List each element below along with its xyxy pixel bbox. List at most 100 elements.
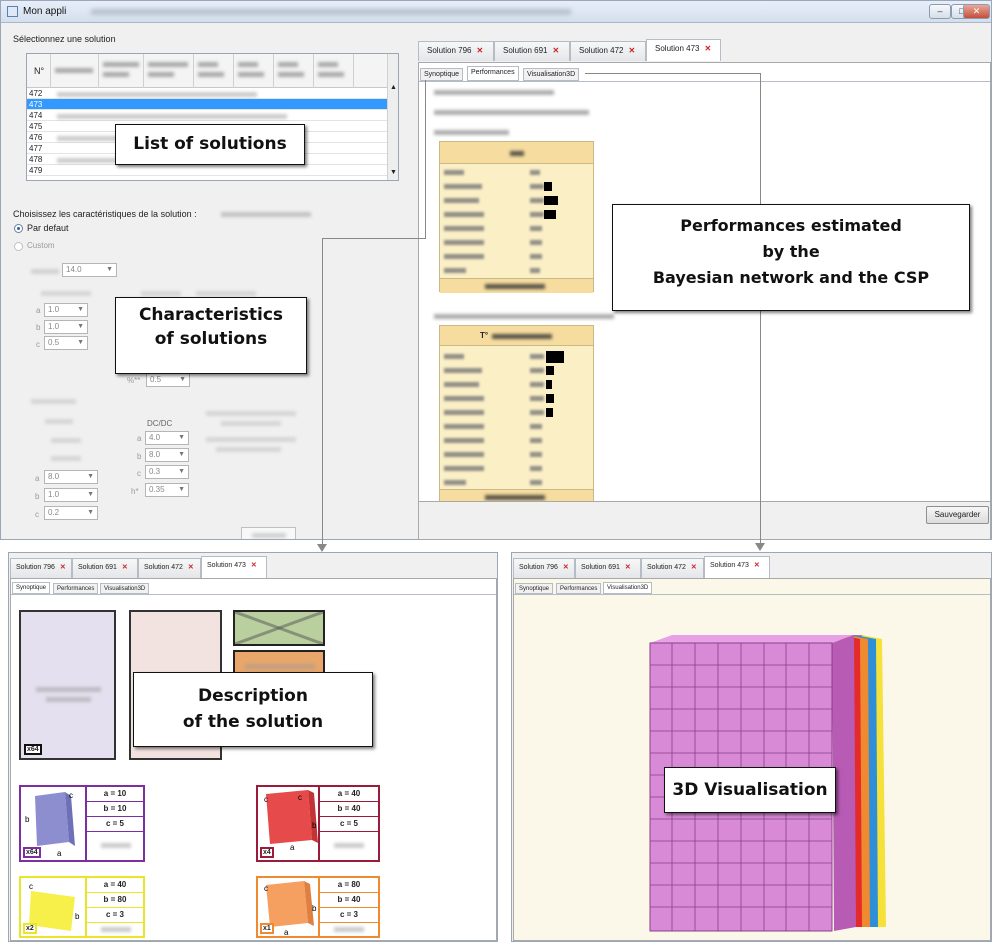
svg-text:c: c bbox=[69, 791, 73, 800]
header-col bbox=[274, 54, 314, 88]
tab-solution-691[interactable]: Solution 691 ✕ bbox=[575, 558, 641, 578]
performance-card-1 bbox=[439, 141, 594, 293]
dc-combo-b[interactable]: 8.0 ▼ bbox=[145, 448, 189, 462]
svg-text:b: b bbox=[25, 815, 30, 824]
window-title-path bbox=[91, 9, 571, 15]
minimize-button[interactable]: – bbox=[929, 4, 951, 19]
table-row[interactable]: 479 bbox=[27, 165, 389, 176]
close-tab-icon[interactable]: ✕ bbox=[628, 46, 635, 55]
subtab-visualisation3d[interactable]: Visualisation3D bbox=[603, 582, 653, 594]
subtab-performances[interactable]: Performances bbox=[53, 583, 99, 594]
left-combo-b[interactable]: 1.0 ▼ bbox=[44, 488, 98, 502]
visualisation-panel: Synoptique Performances Visualisation3D bbox=[513, 578, 991, 941]
header-col bbox=[51, 54, 99, 88]
subtab-synoptique[interactable]: Synoptique bbox=[420, 68, 464, 81]
callout-performances: Performances estimated by the Bayesian n… bbox=[612, 204, 970, 311]
svg-text:a: a bbox=[57, 849, 62, 858]
app-icon bbox=[7, 6, 18, 17]
tab-solution-691[interactable]: Solution 691 ✕ bbox=[72, 558, 138, 578]
scroll-down-icon[interactable]: ▼ bbox=[390, 169, 397, 176]
callout-description: Description of the solution bbox=[133, 672, 373, 747]
svg-text:c: c bbox=[264, 884, 268, 893]
subtab-synoptique[interactable]: Synoptique bbox=[515, 583, 554, 594]
left-combo-c[interactable]: 0.2 ▼ bbox=[44, 506, 98, 520]
close-tab-icon[interactable]: ✕ bbox=[251, 562, 257, 569]
tab-solution-472[interactable]: Solution 472 ✕ bbox=[641, 558, 704, 578]
dcdc-label: DC/DC bbox=[147, 419, 173, 428]
radio-default-label: Par defaut bbox=[27, 223, 69, 233]
synoptique-window: Solution 796 ✕ Solution 691 ✕ Solution 472… bbox=[8, 552, 498, 942]
combo-pct[interactable]: 0.5 ▼ bbox=[146, 373, 190, 387]
tab-solution-691[interactable]: Solution 691 ✕ bbox=[494, 41, 570, 61]
characteristics-label: Choisissez les caractéristiques de la so… bbox=[13, 209, 197, 219]
close-tab-icon[interactable]: ✕ bbox=[563, 564, 569, 571]
svg-text:a: a bbox=[290, 843, 295, 852]
h-label: h* bbox=[131, 487, 139, 496]
dimension-combo[interactable]: 14.0 ▼ bbox=[62, 263, 117, 277]
svg-text:a: a bbox=[284, 928, 289, 937]
radio-default[interactable] bbox=[14, 224, 23, 233]
subtab-performances[interactable]: Performances bbox=[556, 583, 602, 594]
callout-characteristics: Characteristics of solutions bbox=[115, 297, 307, 374]
arrow-down-icon bbox=[755, 543, 765, 551]
tab-solution-472[interactable]: Solution 472 ✕ bbox=[138, 558, 201, 578]
svg-text:b: b bbox=[75, 912, 80, 921]
tab-solution-473[interactable]: Solution 473 ✕ bbox=[646, 39, 721, 61]
combo-c[interactable]: 0.5 ▼ bbox=[44, 336, 88, 350]
header-col bbox=[144, 54, 194, 88]
dimension-block-yellow: c b a = 40 b = 80 c = 3 x2 bbox=[19, 876, 145, 938]
tab-solution-796[interactable]: Solution 796 ✕ bbox=[10, 558, 72, 578]
connector-line bbox=[585, 73, 760, 74]
subtab-synoptique[interactable]: Synoptique bbox=[12, 582, 51, 594]
tab-solution-472[interactable]: Solution 472 ✕ bbox=[570, 41, 646, 61]
multiplier-badge: x64 bbox=[24, 744, 42, 755]
close-tab-icon[interactable]: ✕ bbox=[625, 564, 631, 571]
connector-line bbox=[322, 238, 323, 540]
close-tab-icon[interactable]: ✕ bbox=[188, 564, 194, 571]
dc-combo-h[interactable]: 0.35 ▼ bbox=[145, 483, 189, 497]
close-tab-icon[interactable]: ✕ bbox=[704, 44, 711, 53]
dc-combo-c[interactable]: 0.3 ▼ bbox=[145, 465, 189, 479]
dc-combo-a[interactable]: 4.0 ▼ bbox=[145, 431, 189, 445]
save-button[interactable]: Sauvegarder bbox=[926, 506, 989, 524]
svg-text:c: c bbox=[264, 795, 268, 804]
tab-solution-796[interactable]: Solution 796 ✕ bbox=[418, 41, 494, 61]
connector-line bbox=[322, 238, 425, 239]
tab-solution-796[interactable]: Solution 796 ✕ bbox=[513, 558, 575, 578]
pct-label: %** bbox=[127, 376, 141, 385]
header-col bbox=[99, 54, 144, 88]
close-tab-icon[interactable]: ✕ bbox=[60, 564, 66, 571]
connector-line bbox=[425, 80, 426, 239]
combo-b[interactable]: 1.0 ▼ bbox=[44, 320, 88, 334]
svg-text:c: c bbox=[29, 882, 33, 891]
table-header: N° bbox=[27, 54, 389, 88]
tab-solution-473[interactable]: Solution 473 ✕ bbox=[704, 556, 770, 578]
combo-a[interactable]: 1.0 ▼ bbox=[44, 303, 88, 317]
close-tab-icon[interactable]: ✕ bbox=[552, 46, 559, 55]
left-combo-a[interactable]: 8.0 ▼ bbox=[44, 470, 98, 484]
table-scrollbar[interactable]: ▲ ▼ bbox=[387, 54, 398, 180]
svg-text:b: b bbox=[312, 904, 317, 913]
header-col bbox=[314, 54, 354, 88]
close-tab-icon[interactable]: ✕ bbox=[122, 564, 128, 571]
window-title: Mon appli bbox=[23, 6, 67, 17]
component-block-green bbox=[233, 610, 325, 646]
subtab-visualisation3d[interactable]: Visualisation3D bbox=[100, 583, 150, 594]
performance-card-2: T° bbox=[439, 325, 594, 501]
apply-button[interactable] bbox=[241, 527, 296, 539]
callout-list-of-solutions: List of solutions bbox=[115, 124, 305, 165]
select-solution-label: Sélectionnez une solution bbox=[13, 34, 116, 44]
subtab-performances[interactable]: Performances bbox=[467, 66, 519, 81]
radio-custom[interactable] bbox=[14, 242, 23, 251]
subtab-visualisation3d[interactable]: Visualisation3D bbox=[523, 68, 580, 81]
tab-solution-473[interactable]: Solution 473 ✕ bbox=[201, 556, 267, 578]
header-col bbox=[234, 54, 274, 88]
scroll-up-icon[interactable]: ▲ bbox=[390, 84, 397, 91]
close-tab-icon[interactable]: ✕ bbox=[754, 562, 760, 569]
arrow-down-icon bbox=[317, 544, 327, 552]
title-bar: Mon appli – □ ✕ bbox=[1, 1, 991, 23]
table-row-selected[interactable]: 473 bbox=[27, 99, 389, 110]
close-window-button[interactable]: ✕ bbox=[963, 4, 990, 19]
close-tab-icon[interactable]: ✕ bbox=[691, 564, 697, 571]
close-tab-icon[interactable]: ✕ bbox=[476, 46, 483, 55]
